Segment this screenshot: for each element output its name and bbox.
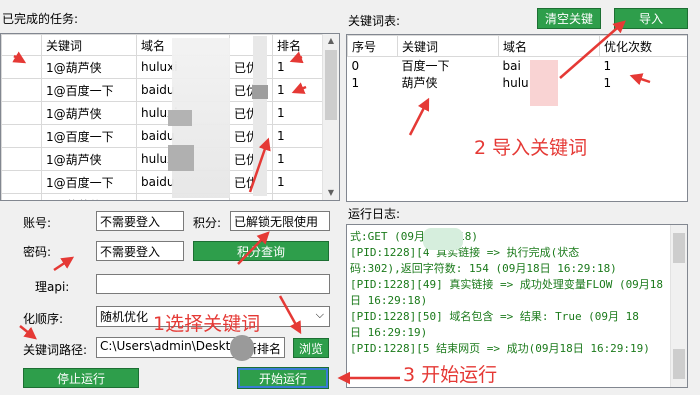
arrow xyxy=(629,73,651,86)
step3-annotation: 3 开始运行 xyxy=(403,364,498,386)
arrow xyxy=(237,231,270,265)
arrow xyxy=(248,137,271,193)
arrow xyxy=(559,20,626,79)
arrow xyxy=(278,295,302,335)
annotation-arrows xyxy=(12,20,651,385)
step2-annotation: 2 导入关键词 xyxy=(474,137,588,159)
arrow xyxy=(291,82,307,94)
arrow xyxy=(53,256,75,272)
arrow xyxy=(19,325,37,340)
arrow xyxy=(12,51,27,64)
arrow xyxy=(289,51,304,64)
arrow xyxy=(408,97,430,136)
step1-annotation: 1选择关键词 xyxy=(153,313,261,335)
